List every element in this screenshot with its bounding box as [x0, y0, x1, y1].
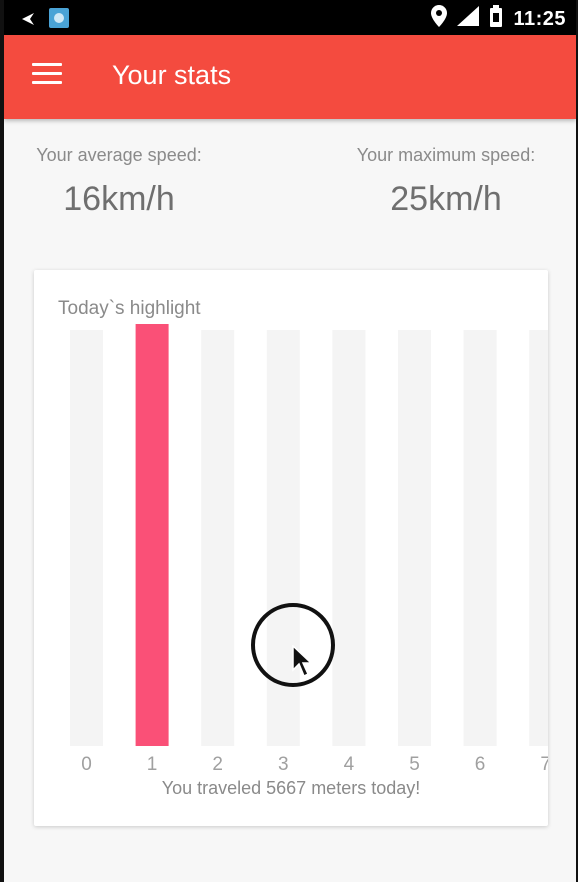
battery-icon — [489, 5, 503, 33]
average-speed-label: Your average speed: — [36, 145, 202, 165]
highlight-bar-chart: 0 1 2 3 4 5 6 7 — [70, 324, 548, 775]
x-tick-label: 2 — [212, 754, 223, 775]
average-speed-stat: Your average speed: 16km/h — [26, 145, 212, 219]
x-tick-label: 1 — [147, 754, 158, 775]
app-screen: 11:25 Your stats Your average speed: 16k… — [4, 0, 576, 882]
bar-track-2 — [201, 330, 235, 746]
x-tick-label: 6 — [475, 754, 486, 775]
x-tick-label: 0 — [81, 754, 92, 775]
bar-track-4 — [332, 330, 366, 746]
bar-track-5 — [398, 330, 431, 746]
highlight-card: Today`s highlight 01234567 You traveled … — [34, 270, 548, 826]
hamburger-menu-icon[interactable] — [32, 63, 62, 87]
bar-track-0 — [70, 330, 103, 746]
x-tick-label: 5 — [409, 754, 420, 775]
bar-track-6 — [463, 330, 497, 746]
maximum-speed-value: 25km/h — [390, 180, 502, 218]
page-title: Your stats — [112, 60, 232, 90]
x-tick-label: 4 — [344, 754, 355, 775]
distance-summary: You traveled 5667 meters today! — [161, 778, 421, 798]
location-icon — [431, 5, 448, 33]
average-speed-value: 16km/h — [63, 180, 175, 218]
status-bar: 11:25 — [4, 0, 576, 35]
pointer-arrow-icon — [292, 644, 314, 684]
app-notification-icon — [48, 7, 70, 34]
bar-track-7 — [529, 330, 548, 746]
x-tick-label: 7 — [540, 754, 548, 775]
bar-1[interactable] — [135, 324, 169, 746]
maximum-speed-stat: Your maximum speed: 25km/h — [342, 145, 550, 219]
app-toolbar: Your stats — [4, 35, 576, 119]
send-icon — [22, 12, 34, 30]
x-tick-label: 3 — [278, 754, 289, 775]
maximum-speed-label: Your maximum speed: — [356, 145, 536, 165]
signal-icon — [457, 6, 480, 32]
status-time: 11:25 — [513, 7, 566, 30]
